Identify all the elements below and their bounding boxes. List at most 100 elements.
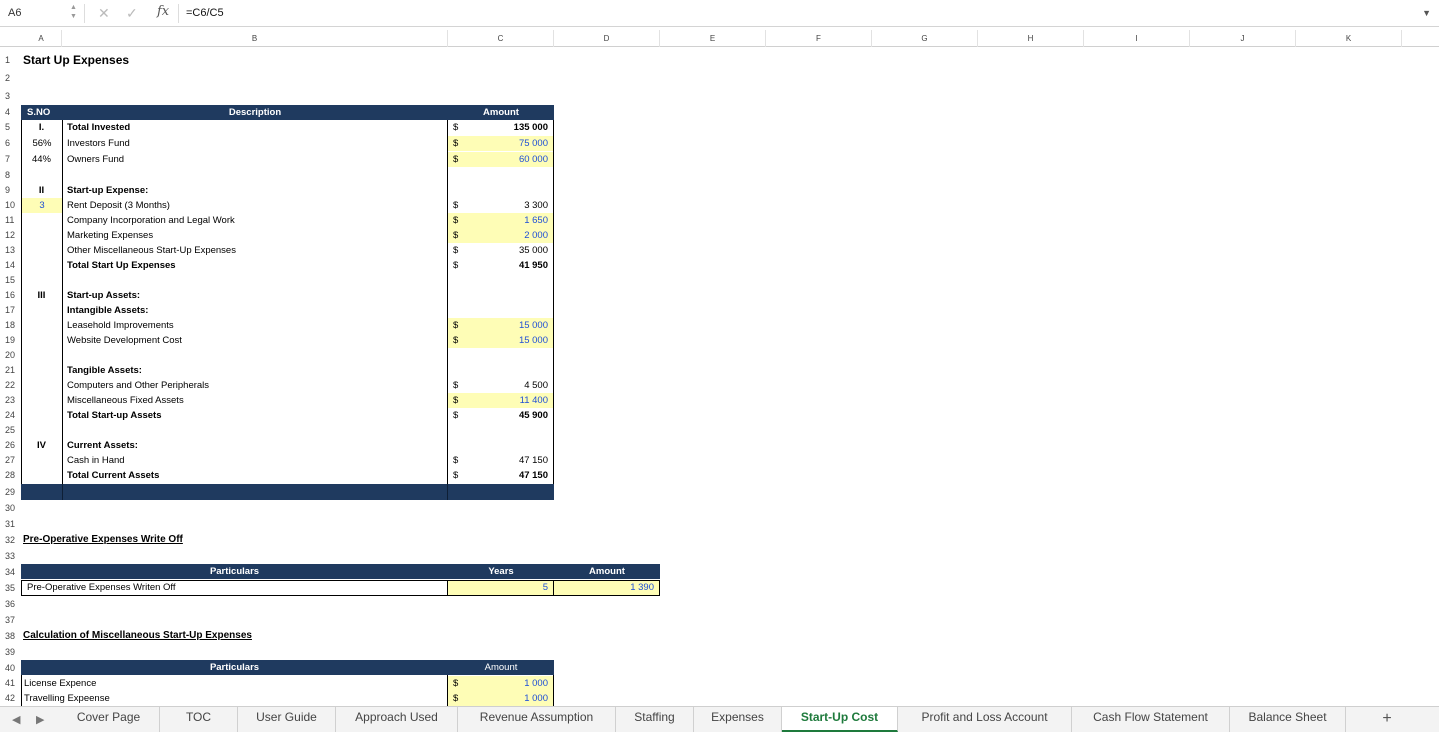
description-cell[interactable]: Other Miscellaneous Start-Up Expenses <box>67 243 437 258</box>
row-header[interactable]: 21 <box>0 363 21 378</box>
row-header[interactable]: 28 <box>0 468 21 483</box>
description-cell[interactable]: Total Start-up Assets <box>67 408 437 423</box>
tab-cover-page[interactable]: Cover Page <box>58 707 160 732</box>
amount-cell[interactable]: 47 150 <box>465 453 553 468</box>
amount-cell[interactable]: 3 300 <box>465 198 553 213</box>
row-header[interactable]: 2 <box>0 70 21 86</box>
row-header[interactable]: 35 <box>0 580 21 596</box>
amount-input[interactable]: 1 000 <box>465 676 553 691</box>
description-cell[interactable]: Total Invested <box>67 120 437 135</box>
description-cell[interactable]: Website Development Cost <box>67 333 437 348</box>
row-header[interactable]: 15 <box>0 273 21 288</box>
row-header[interactable]: 5 <box>0 120 21 135</box>
column-header-f[interactable]: F <box>766 30 872 47</box>
description-cell[interactable]: Miscellaneous Fixed Assets <box>67 393 437 408</box>
table-header-amount[interactable]: Amount <box>554 564 660 579</box>
description-cell[interactable]: Rent Deposit (3 Months) <box>67 198 437 213</box>
table-header-amount[interactable]: Amount <box>448 105 554 120</box>
column-header-c[interactable]: C <box>448 30 554 47</box>
row-header[interactable]: 3 <box>0 88 21 104</box>
amount-cell[interactable]: 41 950 <box>465 258 553 273</box>
row-header[interactable]: 37 <box>0 612 21 628</box>
table-header-sno[interactable]: S.NO <box>21 105 62 120</box>
row-header[interactable]: 14 <box>0 258 21 273</box>
amount-cell[interactable]: 45 900 <box>465 408 553 423</box>
sno-cell[interactable]: II <box>21 183 62 198</box>
description-cell[interactable]: Cash in Hand <box>67 453 437 468</box>
sno-cell[interactable]: III <box>21 288 62 303</box>
description-cell[interactable]: Leasehold Improvements <box>67 318 437 333</box>
tab-staffing[interactable]: Staffing <box>616 707 694 732</box>
table-header-description[interactable]: Description <box>62 105 448 120</box>
years-input[interactable]: 5 <box>447 580 554 596</box>
column-header-g[interactable]: G <box>872 30 978 47</box>
amount-input[interactable]: 11 400 <box>465 393 553 408</box>
row-header[interactable]: 32 <box>0 532 21 548</box>
amount-input[interactable]: 15 000 <box>465 333 553 348</box>
name-box-dropdown-icon[interactable]: ▲ ▼ <box>70 3 77 21</box>
row-header[interactable]: 6 <box>0 136 21 151</box>
table-header-particulars[interactable]: Particulars <box>21 564 448 579</box>
sheet-title[interactable]: Start Up Expenses <box>23 51 323 69</box>
description-cell[interactable]: Total Current Assets <box>67 468 437 483</box>
row-header[interactable]: 24 <box>0 408 21 423</box>
add-sheet-icon[interactable]: + <box>1372 709 1402 729</box>
column-header-b[interactable]: B <box>62 30 448 47</box>
row-header[interactable]: 20 <box>0 348 21 363</box>
amount-input[interactable]: 1 000 <box>465 691 553 706</box>
sno-cell[interactable]: I. <box>21 120 62 135</box>
row-header[interactable]: 1 <box>0 50 21 70</box>
particulars-cell[interactable]: License Expence <box>24 676 424 691</box>
row-header[interactable]: 30 <box>0 500 21 516</box>
tab-start-up-cost[interactable]: Start-Up Cost <box>782 707 898 732</box>
row-header[interactable]: 31 <box>0 516 21 532</box>
row-header[interactable]: 17 <box>0 303 21 318</box>
tab-revenue-assumption[interactable]: Revenue Assumption <box>458 707 616 732</box>
row-header[interactable]: 9 <box>0 183 21 198</box>
description-cell[interactable]: Investors Fund <box>67 136 437 151</box>
row-header[interactable]: 27 <box>0 453 21 468</box>
row-header[interactable]: 13 <box>0 243 21 258</box>
column-header-i[interactable]: I <box>1084 30 1190 47</box>
table-header-amount[interactable]: Amount <box>448 660 554 675</box>
row-header[interactable]: 38 <box>0 628 21 644</box>
row-header[interactable]: 34 <box>0 564 21 580</box>
particulars-cell[interactable]: Pre-Operative Expenses Writen Off <box>21 580 448 596</box>
description-cell[interactable]: Marketing Expenses <box>67 228 437 243</box>
description-cell[interactable]: Total Start Up Expenses <box>67 258 437 273</box>
description-cell[interactable]: Owners Fund <box>67 152 437 167</box>
cancel-icon[interactable]: ✕ <box>98 5 110 22</box>
tab-toc[interactable]: TOC <box>160 707 238 732</box>
amount-input[interactable]: 75 000 <box>465 136 553 151</box>
amount-cell[interactable]: 4 500 <box>465 378 553 393</box>
description-cell[interactable]: Computers and Other Peripherals <box>67 378 437 393</box>
row-header[interactable]: 8 <box>0 168 21 183</box>
amount-cell[interactable]: 135 000 <box>465 120 553 135</box>
section-label[interactable]: Current Assets: <box>67 438 437 453</box>
sno-cell[interactable]: IV <box>21 438 62 453</box>
amount-cell[interactable]: 35 000 <box>465 243 553 258</box>
row-header[interactable]: 16 <box>0 288 21 303</box>
months-input[interactable]: 3 <box>22 198 62 213</box>
tab-profit-and-loss-account[interactable]: Profit and Loss Account <box>898 707 1072 732</box>
column-header-a[interactable]: A <box>21 30 62 47</box>
section-title-misc-calc[interactable]: Calculation of Miscellaneous Start-Up Ex… <box>23 628 423 643</box>
scroll-tabs-right-icon[interactable]: ▶ <box>36 713 44 726</box>
confirm-icon[interactable]: ✓ <box>126 5 138 22</box>
row-header[interactable]: 12 <box>0 228 21 243</box>
row-header[interactable]: 7 <box>0 152 21 167</box>
row-header[interactable]: 36 <box>0 596 21 612</box>
writeoff-amount-cell[interactable]: 1 390 <box>553 580 660 596</box>
amount-input[interactable]: 1 650 <box>465 213 553 228</box>
formula-input[interactable]: =C6/C5 <box>186 7 224 19</box>
section-label[interactable]: Tangible Assets: <box>67 363 437 378</box>
row-header[interactable]: 41 <box>0 676 21 691</box>
row-header[interactable]: 26 <box>0 438 21 453</box>
row-header[interactable]: 23 <box>0 393 21 408</box>
row-header[interactable]: 10 <box>0 198 21 213</box>
row-header[interactable]: 4 <box>0 105 21 120</box>
row-header[interactable]: 18 <box>0 318 21 333</box>
column-header-j[interactable]: J <box>1190 30 1296 47</box>
row-header[interactable]: 22 <box>0 378 21 393</box>
tab-approach-used[interactable]: Approach Used <box>336 707 458 732</box>
